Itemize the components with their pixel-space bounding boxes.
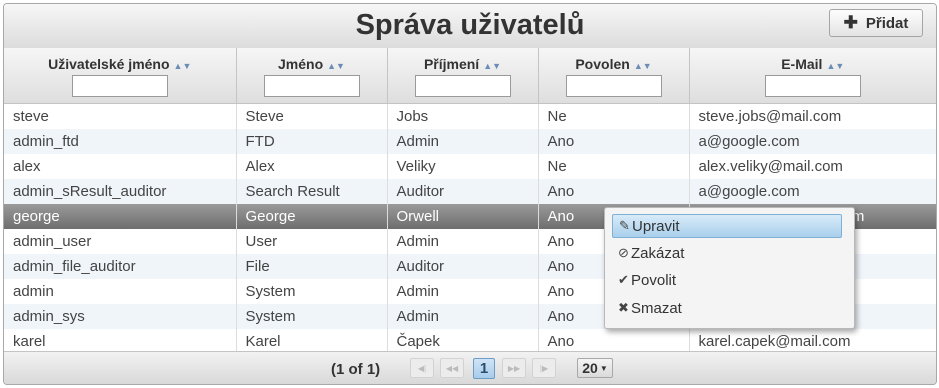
context-menu-item-enable[interactable]: ✔ Povolit bbox=[612, 268, 842, 292]
cell-surname: Admin bbox=[387, 129, 539, 154]
sort-icon[interactable]: ▲▼ bbox=[826, 61, 844, 71]
cell-surname: Admin bbox=[387, 279, 539, 304]
paginator: (1 of 1) ◀| ◀◀ 1 ▶▶ |▶ 20 ▼ bbox=[4, 351, 936, 384]
cell-email: a@google.com bbox=[689, 129, 936, 154]
last-page-button[interactable]: |▶ bbox=[532, 358, 556, 378]
cell-enabled: Ne bbox=[538, 154, 690, 179]
sort-icon[interactable]: ▲▼ bbox=[174, 61, 192, 71]
context-menu-label: Povolit bbox=[631, 271, 677, 289]
next-page-icon: ▶▶ bbox=[507, 363, 521, 373]
cell-surname: Orwell bbox=[387, 204, 539, 229]
cell-name: System bbox=[236, 279, 388, 304]
cell-email: steve.jobs@mail.com bbox=[689, 103, 936, 129]
cell-surname: Admin bbox=[387, 304, 539, 329]
column-label: E-Mail bbox=[781, 56, 823, 72]
rows-per-page-select[interactable]: 20 ▼ bbox=[577, 358, 613, 378]
table-row[interactable]: admin_ftd FTD Admin Ano a@google.com bbox=[4, 129, 936, 154]
add-user-button[interactable]: ✚ Přidat bbox=[829, 9, 923, 37]
plus-icon: ✚ bbox=[843, 13, 858, 32]
sort-icon[interactable]: ▲▼ bbox=[483, 61, 501, 71]
cell-username: alex bbox=[4, 154, 237, 179]
context-menu-label: Smazat bbox=[631, 299, 682, 317]
column-header-username[interactable]: Uživatelské jméno ▲▼ bbox=[4, 48, 237, 104]
table-row[interactable]: steve Steve Jobs Ne steve.jobs@mail.com bbox=[4, 103, 936, 129]
cell-surname: Auditor bbox=[387, 254, 539, 279]
check-icon: ✔ bbox=[618, 272, 629, 287]
cell-email: a@google.com bbox=[689, 179, 936, 204]
cell-name: User bbox=[236, 229, 388, 254]
email-filter-input[interactable] bbox=[764, 75, 861, 97]
table-row[interactable]: alex Alex Veliky Ne alex.veliky@mail.com bbox=[4, 154, 936, 179]
cell-username: admin bbox=[4, 279, 237, 304]
cell-enabled: Ne bbox=[538, 103, 690, 129]
delete-icon: ✖ bbox=[618, 300, 629, 315]
page-number-button[interactable]: 1 bbox=[473, 358, 495, 379]
rows-per-page-value: 20 bbox=[582, 360, 598, 376]
cell-name: Search Result bbox=[236, 179, 388, 204]
add-user-button-label: Přidat bbox=[865, 14, 909, 32]
panel-header: Správa uživatelů ✚ Přidat bbox=[4, 4, 936, 49]
cell-surname: Jobs bbox=[387, 103, 539, 129]
cell-name: Steve bbox=[236, 103, 388, 129]
cell-email: alex.veliky@mail.com bbox=[689, 154, 936, 179]
context-menu-item-edit[interactable]: ✎ Upravit bbox=[612, 214, 842, 238]
page-title: Správa uživatelů bbox=[355, 9, 585, 41]
cell-enabled: Ano bbox=[538, 179, 690, 204]
context-menu: ✎ Upravit ⊘ Zakázat ✔ Povolit ✖ Smazat bbox=[604, 207, 855, 329]
chevron-down-icon: ▼ bbox=[599, 363, 608, 373]
last-page-icon: |▶ bbox=[539, 363, 549, 373]
page-info: (1 of 1) bbox=[331, 361, 381, 378]
enabled-filter-input[interactable] bbox=[565, 75, 662, 97]
cell-username: george bbox=[4, 204, 237, 229]
disable-icon: ⊘ bbox=[618, 245, 629, 260]
cell-surname: Veliky bbox=[387, 154, 539, 179]
context-menu-item-delete[interactable]: ✖ Smazat bbox=[612, 296, 842, 320]
sort-icon[interactable]: ▲▼ bbox=[327, 61, 345, 71]
cell-username: steve bbox=[4, 103, 237, 129]
context-menu-label: Zakázat bbox=[631, 244, 685, 262]
cell-name: File bbox=[236, 254, 388, 279]
column-label: Jméno bbox=[278, 56, 324, 72]
sort-icon[interactable]: ▲▼ bbox=[634, 61, 652, 71]
first-page-button[interactable]: ◀| bbox=[410, 358, 434, 378]
column-label: Povolen bbox=[575, 56, 630, 72]
context-menu-label: Upravit bbox=[632, 217, 680, 235]
column-header-email[interactable]: E-Mail ▲▼ bbox=[689, 48, 936, 104]
cell-surname: Auditor bbox=[387, 179, 539, 204]
cell-surname: Admin bbox=[387, 229, 539, 254]
prev-page-icon: ◀◀ bbox=[445, 363, 459, 373]
cell-username: admin_sys bbox=[4, 304, 237, 329]
cell-enabled: Ano bbox=[538, 129, 690, 154]
cell-username: admin_ftd bbox=[4, 129, 237, 154]
username-filter-input[interactable] bbox=[71, 75, 168, 97]
context-menu-item-disable[interactable]: ⊘ Zakázat bbox=[612, 241, 842, 265]
cell-username: admin_sResult_auditor bbox=[4, 179, 237, 204]
cell-name: Alex bbox=[236, 154, 388, 179]
cell-name: FTD bbox=[236, 129, 388, 154]
cell-username: admin_file_auditor bbox=[4, 254, 237, 279]
first-page-icon: ◀| bbox=[417, 363, 427, 373]
column-header-surname[interactable]: Příjmení ▲▼ bbox=[387, 48, 539, 104]
next-page-button[interactable]: ▶▶ bbox=[502, 358, 526, 378]
prev-page-button[interactable]: ◀◀ bbox=[440, 358, 464, 378]
cell-name: George bbox=[236, 204, 388, 229]
edit-icon: ✎ bbox=[619, 218, 630, 233]
cell-name: System bbox=[236, 304, 388, 329]
table-row[interactable]: admin_sResult_auditor Search Result Audito… bbox=[4, 179, 936, 204]
name-filter-input[interactable] bbox=[263, 75, 360, 97]
cell-username: admin_user bbox=[4, 229, 237, 254]
surname-filter-input[interactable] bbox=[414, 75, 511, 97]
table-header-row: Uživatelské jméno ▲▼ Jméno ▲▼ Příjmení ▲▼ P… bbox=[4, 48, 936, 104]
column-label: Uživatelské jméno bbox=[48, 56, 170, 72]
column-label: Příjmení bbox=[423, 56, 480, 72]
column-header-enabled[interactable]: Povolen ▲▼ bbox=[538, 48, 690, 104]
column-header-name[interactable]: Jméno ▲▼ bbox=[236, 48, 388, 104]
